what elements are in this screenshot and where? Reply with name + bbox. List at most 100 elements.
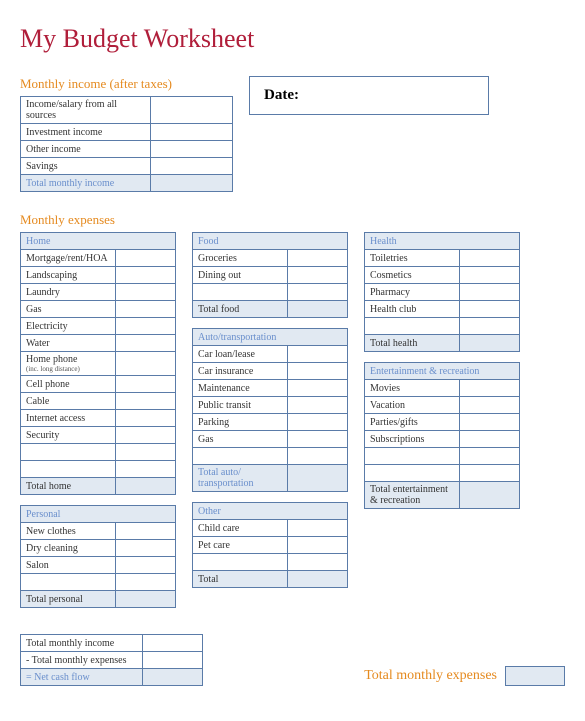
- row-label: Pharmacy: [365, 284, 460, 301]
- row-value[interactable]: [288, 520, 348, 537]
- row-label: Dry cleaning: [21, 540, 116, 557]
- income-total-label: Total monthly income: [21, 175, 151, 192]
- income-total-value[interactable]: [151, 175, 233, 192]
- row-value[interactable]: [460, 397, 520, 414]
- row-value[interactable]: [116, 318, 176, 335]
- row-label: Cell phone: [21, 376, 116, 393]
- row-value[interactable]: [288, 448, 348, 465]
- row-label: [365, 448, 460, 465]
- row-value[interactable]: [460, 465, 520, 482]
- category-total-label: Total personal: [21, 591, 116, 608]
- row-value[interactable]: [288, 397, 348, 414]
- row-value[interactable]: [288, 554, 348, 571]
- category-header: Auto/transportation: [193, 329, 348, 346]
- row-label: Car loan/lease: [193, 346, 288, 363]
- row-value[interactable]: [460, 448, 520, 465]
- income-row-value[interactable]: [151, 97, 233, 124]
- row-value[interactable]: [288, 363, 348, 380]
- row-label: Landscaping: [21, 267, 116, 284]
- row-label: Toiletries: [365, 250, 460, 267]
- row-label: Cable: [21, 393, 116, 410]
- income-row-label: Savings: [21, 158, 151, 175]
- category-total-value[interactable]: [116, 591, 176, 608]
- row-value[interactable]: [116, 267, 176, 284]
- row-label: Subscriptions: [365, 431, 460, 448]
- row-label: Internet access: [21, 410, 116, 427]
- category-total-label: Total: [193, 571, 288, 588]
- row-value[interactable]: [460, 414, 520, 431]
- summary-net-value[interactable]: [143, 669, 203, 686]
- row-label: Public transit: [193, 397, 288, 414]
- category-total-label: Total entertainment & recreation: [365, 482, 460, 509]
- row-value[interactable]: [460, 431, 520, 448]
- row-value[interactable]: [116, 250, 176, 267]
- income-row-value[interactable]: [151, 124, 233, 141]
- row-value[interactable]: [116, 523, 176, 540]
- row-value[interactable]: [288, 414, 348, 431]
- category-total-value[interactable]: [288, 301, 348, 318]
- category-total-value[interactable]: [116, 478, 176, 495]
- income-row-value[interactable]: [151, 141, 233, 158]
- row-value[interactable]: [288, 537, 348, 554]
- row-value[interactable]: [288, 267, 348, 284]
- row-value[interactable]: [116, 393, 176, 410]
- row-label: Home phone(inc. long distance): [21, 352, 116, 376]
- date-box[interactable]: Date:: [249, 76, 489, 115]
- row-label: Groceries: [193, 250, 288, 267]
- summary-income-value[interactable]: [143, 635, 203, 652]
- category-header: Entertainment & recreation: [365, 363, 520, 380]
- row-value[interactable]: [460, 250, 520, 267]
- row-value[interactable]: [288, 346, 348, 363]
- row-value[interactable]: [116, 284, 176, 301]
- grand-total-value[interactable]: [505, 666, 565, 686]
- category-total-value[interactable]: [288, 465, 348, 492]
- row-value[interactable]: [116, 301, 176, 318]
- row-value[interactable]: [116, 574, 176, 591]
- row-value[interactable]: [288, 250, 348, 267]
- row-label: New clothes: [21, 523, 116, 540]
- category-header: Personal: [21, 506, 176, 523]
- row-value[interactable]: [116, 461, 176, 478]
- row-value[interactable]: [116, 376, 176, 393]
- row-label: Cosmetics: [365, 267, 460, 284]
- row-label: Dining out: [193, 267, 288, 284]
- row-value[interactable]: [116, 410, 176, 427]
- row-value[interactable]: [460, 380, 520, 397]
- category-total-value[interactable]: [460, 482, 520, 509]
- row-value[interactable]: [116, 444, 176, 461]
- summary-table: Total monthly income - Total monthly exp…: [20, 634, 203, 686]
- row-label: Health club: [365, 301, 460, 318]
- row-value[interactable]: [116, 540, 176, 557]
- row-label: Parties/gifts: [365, 414, 460, 431]
- row-value[interactable]: [460, 267, 520, 284]
- row-value[interactable]: [116, 557, 176, 574]
- category-total-value[interactable]: [460, 335, 520, 352]
- row-label: Laundry: [21, 284, 116, 301]
- summary-expenses-value[interactable]: [143, 652, 203, 669]
- expenses-section-label: Monthly expenses: [20, 212, 565, 228]
- row-label: Gas: [193, 431, 288, 448]
- income-row-label: Other income: [21, 141, 151, 158]
- row-value[interactable]: [288, 380, 348, 397]
- row-label: [365, 465, 460, 482]
- income-row-value[interactable]: [151, 158, 233, 175]
- page-title: My Budget Worksheet: [20, 24, 565, 54]
- category-header: Other: [193, 503, 348, 520]
- row-value[interactable]: [116, 335, 176, 352]
- row-label: Mortgage/rent/HOA: [21, 250, 116, 267]
- category-total-label: Total auto/ transportation: [193, 465, 288, 492]
- row-value[interactable]: [460, 318, 520, 335]
- category-header: Food: [193, 233, 348, 250]
- row-label: Maintenance: [193, 380, 288, 397]
- row-label: Water: [21, 335, 116, 352]
- category-total-value[interactable]: [288, 571, 348, 588]
- row-value[interactable]: [460, 284, 520, 301]
- row-label: Pet care: [193, 537, 288, 554]
- row-value[interactable]: [288, 284, 348, 301]
- category-header: Health: [365, 233, 520, 250]
- row-value[interactable]: [116, 352, 176, 376]
- row-value[interactable]: [460, 301, 520, 318]
- row-value[interactable]: [288, 431, 348, 448]
- row-label: Car insurance: [193, 363, 288, 380]
- row-value[interactable]: [116, 427, 176, 444]
